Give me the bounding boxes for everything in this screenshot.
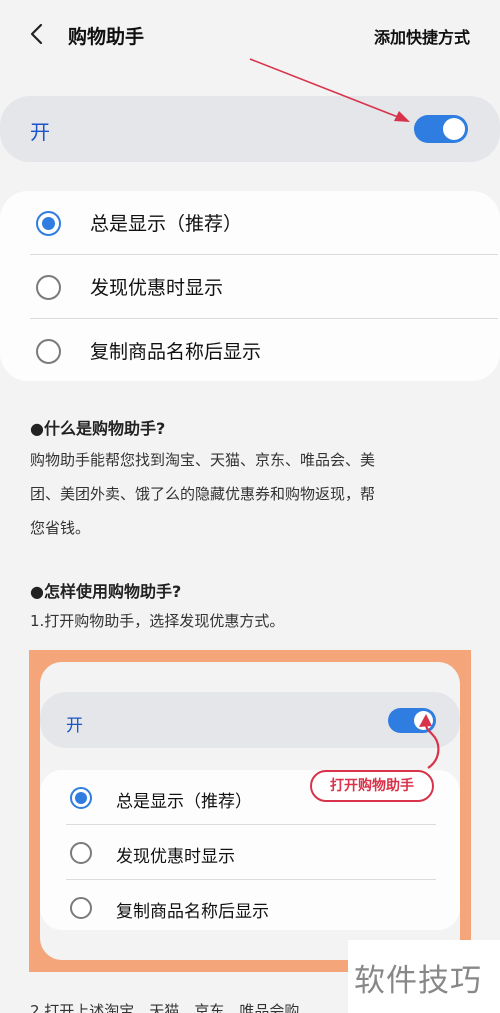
option-label: 总是显示（推荐） bbox=[90, 213, 243, 235]
demo-radio-button bbox=[70, 842, 92, 864]
demo-option-label: 复制商品名称后显示 bbox=[116, 902, 269, 922]
back-arrow-icon[interactable] bbox=[26, 22, 50, 46]
demo-divider bbox=[66, 824, 436, 825]
add-shortcut-button[interactable]: 添加快捷方式 bbox=[374, 24, 470, 48]
help-answer-what: 购物助手能帮您找到淘宝、天猫、京东、唯品会、美 团、美团外卖、饿了么的隐藏优惠券… bbox=[30, 443, 480, 545]
radio-button[interactable] bbox=[36, 339, 61, 364]
demo-radio-button bbox=[70, 897, 92, 919]
help-line: 团、美团外卖、饿了么的隐藏优惠券和购物返现，帮 bbox=[30, 485, 376, 503]
radio-button[interactable] bbox=[36, 275, 61, 300]
watermark: 软件技巧 bbox=[354, 963, 482, 999]
help-step-2: 2.打开上述淘宝、天猫、京东、唯品会购 bbox=[30, 1002, 300, 1013]
demo-master-label: 开 bbox=[66, 716, 83, 736]
demo-divider bbox=[66, 879, 436, 880]
app-header: 购物助手 添加快捷方式 bbox=[0, 0, 500, 70]
demo-option-label: 总是显示（推荐） bbox=[116, 792, 252, 812]
master-toggle-switch[interactable] bbox=[414, 115, 468, 143]
demo-option-label: 发现优惠时显示 bbox=[116, 847, 235, 867]
curved-arrow-icon bbox=[419, 714, 440, 769]
option-label: 发现优惠时显示 bbox=[90, 277, 224, 299]
option-label: 复制商品名称后显示 bbox=[90, 341, 262, 363]
help-question-what: ●什么是购物助手? bbox=[30, 419, 166, 438]
option-always-show[interactable]: 总是显示（推荐） bbox=[0, 191, 500, 255]
display-options-card: 总是显示（推荐） 发现优惠时显示 复制商品名称后显示 bbox=[0, 191, 500, 381]
help-line: 购物助手能帮您找到淘宝、天猫、京东、唯品会、美 bbox=[30, 451, 376, 469]
radio-button[interactable] bbox=[36, 211, 61, 236]
demo-annotation-label: 打开购物助手 bbox=[310, 770, 434, 802]
help-question-how: ●怎样使用购物助手? bbox=[30, 582, 182, 601]
demo-radio-button bbox=[70, 787, 92, 809]
switch-knob bbox=[443, 118, 465, 140]
master-toggle-label: 开 bbox=[30, 120, 50, 144]
page-title: 购物助手 bbox=[68, 26, 145, 48]
help-step-1: 1.打开购物助手，选择发现优惠方式。 bbox=[30, 612, 285, 630]
help-line: 您省钱。 bbox=[30, 519, 91, 537]
option-show-after-copy[interactable]: 复制商品名称后显示 bbox=[0, 319, 500, 383]
option-show-on-discount[interactable]: 发现优惠时显示 bbox=[0, 255, 500, 319]
